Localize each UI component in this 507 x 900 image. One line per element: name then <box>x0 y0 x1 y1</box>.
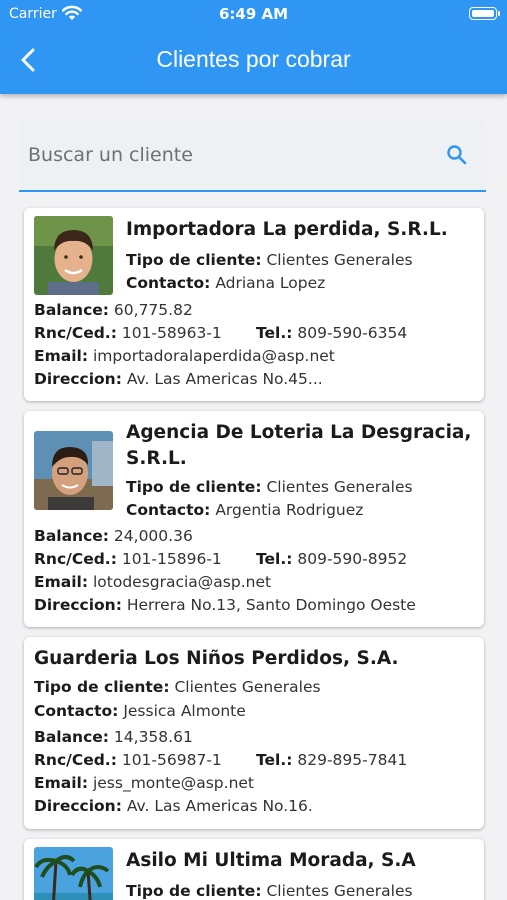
direccion-value: Av. Las Americas No.45... <box>126 370 323 388</box>
balance-value: 60,775.82 <box>113 301 193 319</box>
direccion-value: Herrera No.13, Santo Domingo Oeste <box>126 596 416 614</box>
client-tipo-row: Tipo de cliente: Clientes Generales <box>34 677 321 697</box>
tipo-value: Clientes Generales <box>174 678 321 696</box>
tipo-value: Clientes Generales <box>266 251 413 269</box>
email-value: lotodesgracia@asp.net <box>92 573 272 591</box>
client-tel-row: Tel.: 829-895-7841 <box>256 750 407 770</box>
client-tel-row: Tel.: 809-590-6354 <box>256 323 407 343</box>
rnc-label: Rnc/Ced.: <box>34 550 117 568</box>
contacto-label: Contacto: <box>126 274 211 292</box>
client-rnc-row: Rnc/Ced.: 101-56987-1 <box>34 750 222 770</box>
contacto-value: Jessica Almonte <box>123 702 246 720</box>
tel-value: 809-590-8952 <box>297 550 408 568</box>
client-tel-row: Tel.: 809-590-8952 <box>256 549 407 569</box>
client-email-row: Email: jess_monte@asp.net <box>34 773 254 793</box>
client-rnc-row: Rnc/Ced.: 101-15896-1 <box>34 549 222 569</box>
client-name: Asilo Mi Ultima Morada, S.A <box>126 850 416 871</box>
client-card[interactable]: Asilo Mi Ultima Morada, S.A Tipo de clie… <box>24 839 484 900</box>
tipo-value: Clientes Generales <box>266 882 413 900</box>
client-name-line1: Agencia De Loteria La Desgracia, <box>126 422 472 443</box>
client-email-row: Email: importadoralaperdida@asp.net <box>34 346 335 366</box>
client-tipo-row: Tipo de cliente: Clientes Generales <box>126 477 413 497</box>
balance-label: Balance: <box>34 301 109 319</box>
client-name-line2: S.R.L. <box>126 448 187 469</box>
tipo-value: Clientes Generales <box>266 478 413 496</box>
tel-label: Tel.: <box>256 324 293 342</box>
client-card[interactable]: Importadora La perdida, S.R.L. Tipo de c… <box>24 208 484 401</box>
app-header: Carrier 6:49 AM Clientes por cobrar <box>0 0 507 94</box>
tipo-label: Tipo de cliente: <box>34 678 170 696</box>
search-icon[interactable] <box>446 144 468 170</box>
rnc-label: Rnc/Ced.: <box>34 751 117 769</box>
tel-value: 809-590-6354 <box>297 324 408 342</box>
client-card[interactable]: Guarderia Los Niños Perdidos, S.A. Tipo … <box>24 637 484 829</box>
direccion-label: Direccion: <box>34 370 122 388</box>
client-avatar <box>34 847 113 900</box>
client-direccion-row: Direccion: Av. Las Americas No.16. <box>34 796 313 816</box>
rnc-label: Rnc/Ced.: <box>34 324 117 342</box>
direccion-label: Direccion: <box>34 596 122 614</box>
client-rnc-row: Rnc/Ced.: 101-58963-1 <box>34 323 222 343</box>
tipo-label: Tipo de cliente: <box>126 478 262 496</box>
client-tipo-row: Tipo de cliente: Clientes Generales <box>126 881 413 900</box>
email-value: importadoralaperdida@asp.net <box>92 347 335 365</box>
balance-label: Balance: <box>34 527 109 545</box>
client-contacto-row: Contacto: Jessica Almonte <box>34 701 246 721</box>
status-time: 6:49 AM <box>218 5 289 23</box>
contacto-value: Argentia Rodriguez <box>215 501 364 519</box>
tel-label: Tel.: <box>256 550 293 568</box>
tel-label: Tel.: <box>256 751 293 769</box>
client-name: Importadora La perdida, S.R.L. <box>126 219 448 240</box>
balance-value: 14,358.61 <box>113 728 193 746</box>
search-input[interactable] <box>28 140 428 170</box>
client-direccion-row: Direccion: Av. Las Americas No.45... <box>34 369 323 389</box>
client-name: Guarderia Los Niños Perdidos, S.A. <box>34 648 399 669</box>
email-label: Email: <box>34 347 89 365</box>
rnc-value: 101-58963-1 <box>121 324 222 342</box>
client-avatar <box>34 431 113 510</box>
tipo-label: Tipo de cliente: <box>126 251 262 269</box>
client-contacto-row: Contacto: Argentia Rodriguez <box>126 500 363 520</box>
search-bar <box>19 118 486 192</box>
contacto-label: Contacto: <box>126 501 211 519</box>
email-value: jess_monte@asp.net <box>92 774 255 792</box>
balance-value: 24,000.36 <box>113 527 193 545</box>
tipo-label: Tipo de cliente: <box>126 882 262 900</box>
contacto-value: Adriana Lopez <box>215 274 326 292</box>
client-balance-row: Balance: 14,358.61 <box>34 727 193 747</box>
rnc-value: 101-15896-1 <box>121 550 222 568</box>
balance-label: Balance: <box>34 728 109 746</box>
client-balance-row: Balance: 60,775.82 <box>34 300 193 320</box>
page-title: Clientes por cobrar <box>156 46 351 72</box>
email-label: Email: <box>34 573 89 591</box>
battery-icon <box>469 7 500 20</box>
client-balance-row: Balance: 24,000.36 <box>34 526 193 546</box>
direccion-label: Direccion: <box>34 797 122 815</box>
rnc-value: 101-56987-1 <box>121 751 222 769</box>
contacto-label: Contacto: <box>34 702 119 720</box>
client-email-row: Email: lotodesgracia@asp.net <box>34 572 271 592</box>
email-label: Email: <box>34 774 89 792</box>
status-bar: Carrier 6:49 AM <box>0 0 507 28</box>
direccion-value: Av. Las Americas No.16. <box>126 797 313 815</box>
tel-value: 829-895-7841 <box>297 751 408 769</box>
client-contacto-row: Contacto: Adriana Lopez <box>126 273 325 293</box>
client-card[interactable]: Agencia De Loteria La Desgracia, S.R.L. … <box>24 411 484 627</box>
client-tipo-row: Tipo de cliente: Clientes Generales <box>126 250 413 270</box>
client-name: Agencia De Loteria La Desgracia, S.R.L. <box>126 420 471 472</box>
client-avatar <box>34 216 113 295</box>
client-direccion-row: Direccion: Herrera No.13, Santo Domingo … <box>34 595 416 615</box>
